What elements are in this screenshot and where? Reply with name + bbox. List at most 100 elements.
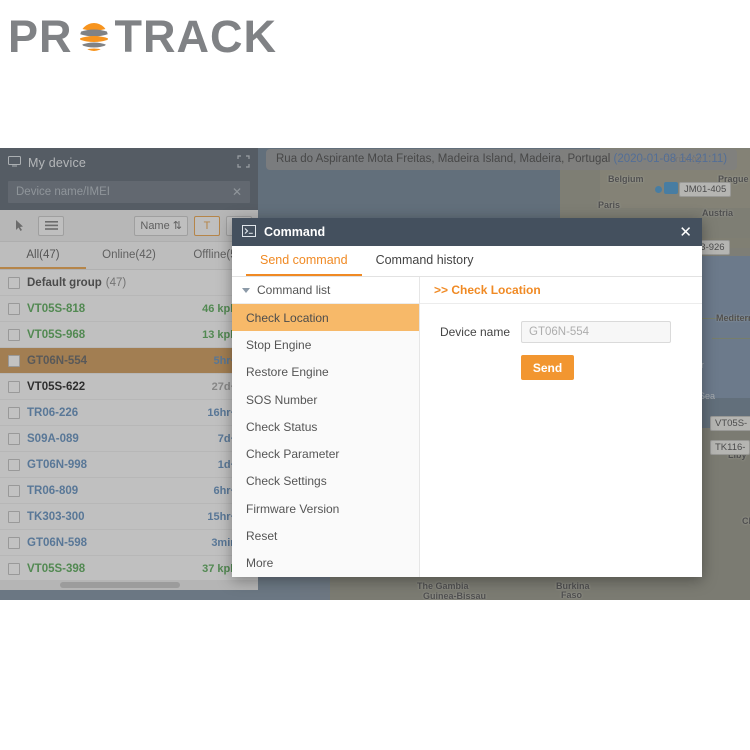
dialog-tabs: Send command Command history	[232, 246, 702, 277]
device-name: TK303-300	[27, 510, 85, 523]
device-checkbox[interactable]	[8, 380, 20, 393]
command-item[interactable]: SOS Number	[232, 385, 419, 414]
device-name: GT06N-998	[27, 458, 88, 471]
command-item[interactable]: Restore Engine	[232, 358, 419, 386]
device-name-row: Device name GT06N-554	[420, 321, 702, 343]
group-count: (47)	[105, 276, 127, 289]
device-row[interactable]: TR06-809 6hr+	[0, 478, 258, 504]
command-list-panel: Command list Check Location Stop Engine Re…	[232, 277, 420, 577]
command-dialog: Command ✕ Send command Command history C…	[232, 218, 702, 577]
group-name: Default group	[27, 276, 102, 289]
command-item[interactable]: Check Settings	[232, 467, 419, 496]
cursor-icon[interactable]	[6, 216, 32, 236]
scrollbar-thumb[interactable]	[60, 582, 180, 588]
search-placeholder: Device name/IMEI	[16, 185, 110, 198]
map-device-tag[interactable]: JM01-405	[679, 182, 732, 197]
map-device-tag[interactable]: VT05S-	[710, 416, 750, 431]
command-item[interactable]: Check Location	[232, 304, 419, 332]
device-checkbox[interactable]	[8, 406, 20, 419]
map-label: Austria	[702, 208, 734, 218]
device-row[interactable]: S09A-089 7d+	[0, 426, 258, 452]
close-icon[interactable]: ✕	[232, 185, 242, 199]
device-name: VT05S-818	[27, 302, 86, 315]
logo-text-pr: PR	[8, 10, 73, 62]
command-item[interactable]: Reset	[232, 522, 419, 550]
map-marker[interactable]	[655, 186, 662, 193]
map-label: Ch	[742, 516, 750, 526]
tab-all[interactable]: All(47)	[0, 242, 86, 269]
sort-by-name-button[interactable]: Name ⇅	[134, 215, 188, 236]
device-name: VT05S-622	[27, 380, 86, 393]
device-checkbox[interactable]	[8, 536, 20, 549]
map-label: Paris	[598, 200, 621, 210]
device-row[interactable]: VT05S-968 13 kph	[0, 322, 258, 348]
device-row[interactable]: VT05S-398 37 kph	[0, 556, 258, 582]
map-label: The Gambia	[417, 581, 469, 591]
dialog-title-bar: Command ✕	[232, 218, 702, 246]
device-row[interactable]: VT05S-818 46 kph	[0, 296, 258, 322]
address-timestamp: (2020-01-08 14:21:11)	[613, 153, 728, 165]
collapse-icon[interactable]	[237, 155, 250, 171]
sidebar-header: My device	[0, 148, 258, 178]
globe-icon	[74, 16, 114, 56]
device-row[interactable]: GT06N-554 5hr+	[0, 348, 258, 374]
group-checkbox[interactable]	[8, 276, 20, 289]
sidebar-search-row: Device name/IMEI ✕	[0, 178, 258, 210]
device-name-field[interactable]: GT06N-554	[521, 321, 671, 343]
address-text: Rua do Aspirante Mota Freitas, Madeira I…	[276, 153, 611, 165]
device-checkbox[interactable]	[8, 562, 20, 575]
map-label: Mediterra	[716, 313, 750, 323]
device-name: TR06-809	[27, 484, 79, 497]
device-filter-tabs: All(47) Online(42) Offline(5	[0, 242, 258, 270]
command-item[interactable]: Check Parameter	[232, 440, 419, 468]
device-checkbox[interactable]	[8, 302, 20, 315]
sidebar-horizontal-scrollbar[interactable]	[0, 580, 258, 590]
terminal-icon	[242, 224, 256, 240]
map-device-tag[interactable]: TK116-	[710, 440, 750, 455]
device-name: GT06N-598	[27, 536, 88, 549]
logo-text-track: TRACK	[114, 10, 277, 62]
device-row[interactable]: TK303-300 15hr+	[0, 504, 258, 530]
tab-command-history[interactable]: Command history	[362, 246, 488, 276]
device-checkbox[interactable]	[8, 328, 20, 341]
app-logo: PR TRACK	[8, 8, 277, 64]
map-address-bar: Rua do Aspirante Mota Freitas, Madeira I…	[266, 149, 738, 170]
device-name: VT05S-968	[27, 328, 86, 341]
device-checkbox[interactable]	[8, 484, 20, 497]
device-row[interactable]: TR06-226 16hr+	[0, 400, 258, 426]
device-checkbox[interactable]	[8, 432, 20, 445]
device-group-row[interactable]: Default group (47)	[0, 270, 258, 296]
device-list: VT05S-818 46 kph VT05S-968 13 kph GT06N-554 5…	[0, 296, 258, 582]
device-name: GT06N-554	[27, 354, 88, 367]
device-row[interactable]: VT05S-622 27d+	[0, 374, 258, 400]
device-checkbox[interactable]	[8, 458, 20, 471]
command-item[interactable]: More	[232, 549, 419, 577]
map-marker[interactable]	[664, 182, 678, 194]
text-label-toggle-button[interactable]: T	[194, 215, 220, 236]
dialog-body: Command list Check Location Stop Engine Re…	[232, 277, 702, 577]
close-icon[interactable]: ✕	[679, 225, 692, 240]
device-checkbox[interactable]	[8, 510, 20, 523]
device-checkbox[interactable]	[8, 354, 20, 367]
command-item[interactable]: Firmware Version	[232, 495, 419, 523]
device-row[interactable]: GT06N-598 3min	[0, 530, 258, 556]
sidebar-toolbar: Name ⇅ T	[0, 210, 258, 242]
send-row: Send	[507, 355, 702, 380]
command-item[interactable]: Stop Engine	[232, 331, 419, 359]
tab-online[interactable]: Online(42)	[86, 242, 172, 269]
brand-header: PR TRACK	[0, 0, 750, 148]
device-name: VT05S-398	[27, 562, 86, 575]
command-list-header[interactable]: Command list	[232, 277, 419, 304]
search-input[interactable]: Device name/IMEI ✕	[8, 180, 250, 203]
map-label: Guinea-Bissau	[423, 591, 487, 600]
tab-send-command[interactable]: Send command	[246, 246, 362, 276]
sidebar-title: My device	[28, 156, 87, 170]
command-item[interactable]: Check Status	[232, 413, 419, 441]
command-detail-panel: >> Check Location Device name GT06N-554 …	[420, 277, 702, 577]
dialog-title: Command	[264, 225, 326, 239]
monitor-icon	[8, 156, 21, 170]
list-icon[interactable]	[38, 215, 64, 236]
device-row[interactable]: GT06N-998 1d+	[0, 452, 258, 478]
send-button[interactable]: Send	[521, 355, 574, 380]
chevron-down-icon[interactable]	[242, 287, 250, 293]
